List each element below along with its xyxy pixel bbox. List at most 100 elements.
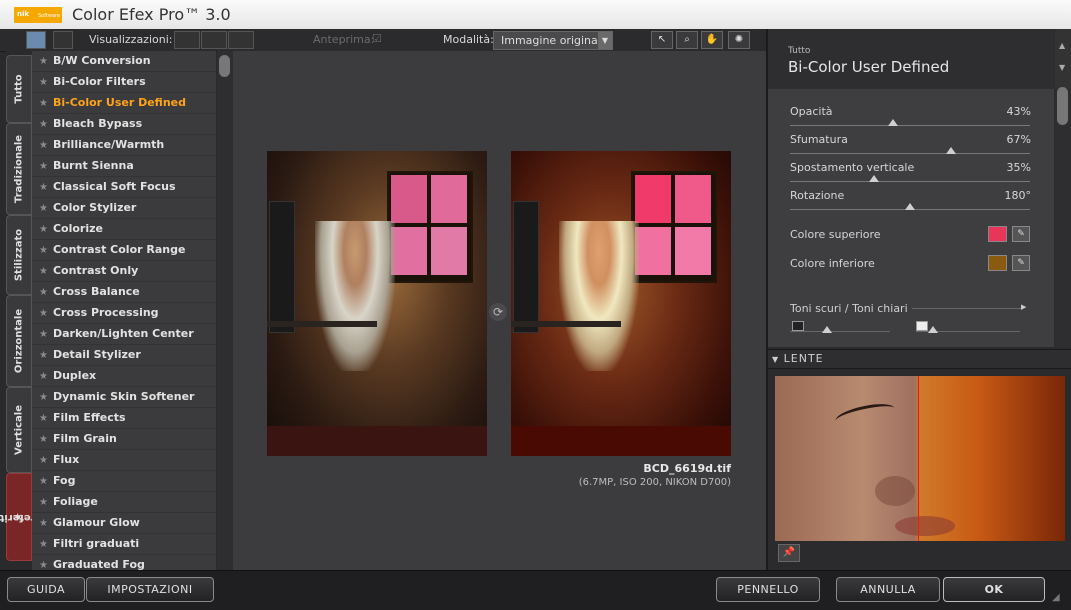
hand-icon[interactable]: ✋: [701, 31, 723, 49]
star-icon[interactable]: ★: [39, 203, 48, 214]
filter-item[interactable]: ★ Foliage: [32, 492, 216, 513]
star-icon[interactable]: ★: [39, 476, 48, 487]
panel-header-arrows[interactable]: ▲ ▼: [1055, 29, 1071, 89]
filter-item[interactable]: ★ Film Effects: [32, 408, 216, 429]
filter-item[interactable]: ★ Fog: [32, 471, 216, 492]
color-swatch-inferiore[interactable]: [988, 255, 1007, 271]
star-icon[interactable]: ★: [39, 413, 48, 424]
filter-item[interactable]: ★ Detail Stylizer: [32, 345, 216, 366]
annulla-button[interactable]: ANNULLA: [836, 577, 940, 602]
filter-item[interactable]: ★ Duplex: [32, 366, 216, 387]
filter-item[interactable]: ★ Graduated Fog: [32, 555, 216, 570]
view-single-button[interactable]: [26, 31, 46, 49]
filter-item[interactable]: ★ Contrast Only: [32, 261, 216, 282]
filter-list-scrollbar[interactable]: [217, 51, 233, 570]
star-icon[interactable]: ★: [39, 56, 48, 67]
shadow-slider-track[interactable]: [790, 331, 890, 332]
loupe-label[interactable]: ▼ LENTE: [772, 352, 824, 365]
eyedropper-icon[interactable]: ✎: [1012, 226, 1030, 242]
star-icon[interactable]: ★: [39, 392, 48, 403]
tab-preferiti[interactable]: ★ Preferiti: [0, 473, 42, 561]
star-icon[interactable]: ★: [39, 308, 48, 319]
highlight-slider-knob[interactable]: [928, 326, 938, 333]
star-icon[interactable]: ★: [39, 560, 48, 570]
pennello-button[interactable]: PENNELLO: [716, 577, 820, 602]
slider-track-spostamento[interactable]: [790, 181, 1030, 182]
sync-icon[interactable]: ⟳: [489, 303, 507, 321]
filter-item[interactable]: ★ Film Grain: [32, 429, 216, 450]
view-grid-button[interactable]: [53, 31, 73, 49]
shadow-slider-knob[interactable]: [822, 326, 832, 333]
guida-button[interactable]: GUIDA: [7, 577, 85, 602]
filter-item[interactable]: ★ Burnt Sienna: [32, 156, 216, 177]
eyedropper-icon[interactable]: ✎: [1012, 255, 1030, 271]
view-mode-split-button[interactable]: [201, 31, 227, 49]
resize-grip-icon[interactable]: ◢: [1052, 592, 1066, 606]
cursor-icon[interactable]: ↖: [651, 31, 673, 49]
star-icon[interactable]: ★: [39, 350, 48, 361]
loupe-split-line[interactable]: [918, 376, 919, 541]
slider-knob-opacita[interactable]: [888, 119, 898, 126]
star-icon[interactable]: ★: [39, 245, 48, 256]
filter-item[interactable]: ★ Flux: [32, 450, 216, 471]
tab-tutto[interactable]: Tutto: [6, 55, 32, 123]
star-icon[interactable]: ★: [39, 77, 48, 88]
arrow-up-icon[interactable]: ▲: [1059, 41, 1065, 50]
impostazioni-button[interactable]: IMPOSTAZIONI: [86, 577, 214, 602]
filter-item[interactable]: ★ B/W Conversion: [32, 51, 216, 72]
filter-item[interactable]: ★ Brilliance/Warmth: [32, 135, 216, 156]
tab-tradizionale[interactable]: Tradizionale: [6, 123, 32, 215]
star-icon[interactable]: ★: [39, 497, 48, 508]
star-icon[interactable]: ★: [39, 371, 48, 382]
parameters-scrollbar[interactable]: [1055, 89, 1071, 347]
filter-item[interactable]: ★ Bi-Color Filters: [32, 72, 216, 93]
parameters-scroll-thumb[interactable]: [1057, 87, 1068, 125]
filter-list-scroll-thumb[interactable]: [219, 55, 230, 77]
filter-item[interactable]: ★ Dynamic Skin Softener: [32, 387, 216, 408]
view-mode-single-button[interactable]: [174, 31, 200, 49]
tab-stilizzato[interactable]: Stilizzato: [6, 215, 32, 295]
slider-knob-rotazione[interactable]: [905, 203, 915, 210]
star-icon[interactable]: ★: [39, 539, 48, 550]
modalita-select[interactable]: Immagine originale ▼: [493, 31, 613, 50]
star-icon[interactable]: ★: [39, 224, 48, 235]
filter-item[interactable]: ★ Glamour Glow: [32, 513, 216, 534]
filter-item[interactable]: ★ Bi-Color User Defined: [32, 93, 216, 114]
star-icon[interactable]: ★: [39, 98, 48, 109]
view-mode-side-by-side-button[interactable]: [228, 31, 254, 49]
filter-item[interactable]: ★ Classical Soft Focus: [32, 177, 216, 198]
star-icon[interactable]: ★: [39, 182, 48, 193]
star-icon[interactable]: ★: [39, 287, 48, 298]
filter-item[interactable]: ★ Color Stylizer: [32, 198, 216, 219]
tab-verticale[interactable]: Verticale: [6, 387, 32, 473]
pin-icon[interactable]: 📌: [778, 544, 800, 562]
anteprima-checkbox[interactable]: ☑: [372, 32, 382, 45]
arrow-down-icon[interactable]: ▼: [1059, 63, 1065, 72]
filter-item[interactable]: ★ Bleach Bypass: [32, 114, 216, 135]
star-icon[interactable]: ★: [39, 518, 48, 529]
slider-knob-sfumatura[interactable]: [946, 147, 956, 154]
star-icon[interactable]: ★: [39, 434, 48, 445]
shadow-swatch[interactable]: [792, 321, 804, 331]
filter-item[interactable]: ★ Cross Processing: [32, 303, 216, 324]
filter-item[interactable]: ★ Contrast Color Range: [32, 240, 216, 261]
tab-orizzontale[interactable]: Orizzontale: [6, 295, 32, 387]
color-swatch-superiore[interactable]: [988, 226, 1007, 242]
filter-item[interactable]: ★ Darken/Lighten Center: [32, 324, 216, 345]
filter-item[interactable]: ★ Cross Balance: [32, 282, 216, 303]
filter-item[interactable]: ★ Filtri graduati: [32, 534, 216, 555]
highlight-swatch[interactable]: [916, 321, 928, 331]
slider-track-opacita[interactable]: [790, 125, 1030, 126]
star-icon[interactable]: ★: [39, 161, 48, 172]
star-icon[interactable]: ★: [39, 140, 48, 151]
zoom-icon[interactable]: ⌕: [676, 31, 698, 49]
filter-item[interactable]: ★ Colorize: [32, 219, 216, 240]
light-icon[interactable]: ✺: [728, 31, 750, 49]
ok-button[interactable]: OK: [943, 577, 1045, 602]
star-icon[interactable]: ★: [39, 455, 48, 466]
star-icon[interactable]: ★: [39, 266, 48, 277]
tone-expand-icon[interactable]: ▶: [1021, 303, 1026, 311]
slider-knob-spostamento[interactable]: [869, 175, 879, 182]
star-icon[interactable]: ★: [39, 329, 48, 340]
slider-track-sfumatura[interactable]: [790, 153, 1030, 154]
